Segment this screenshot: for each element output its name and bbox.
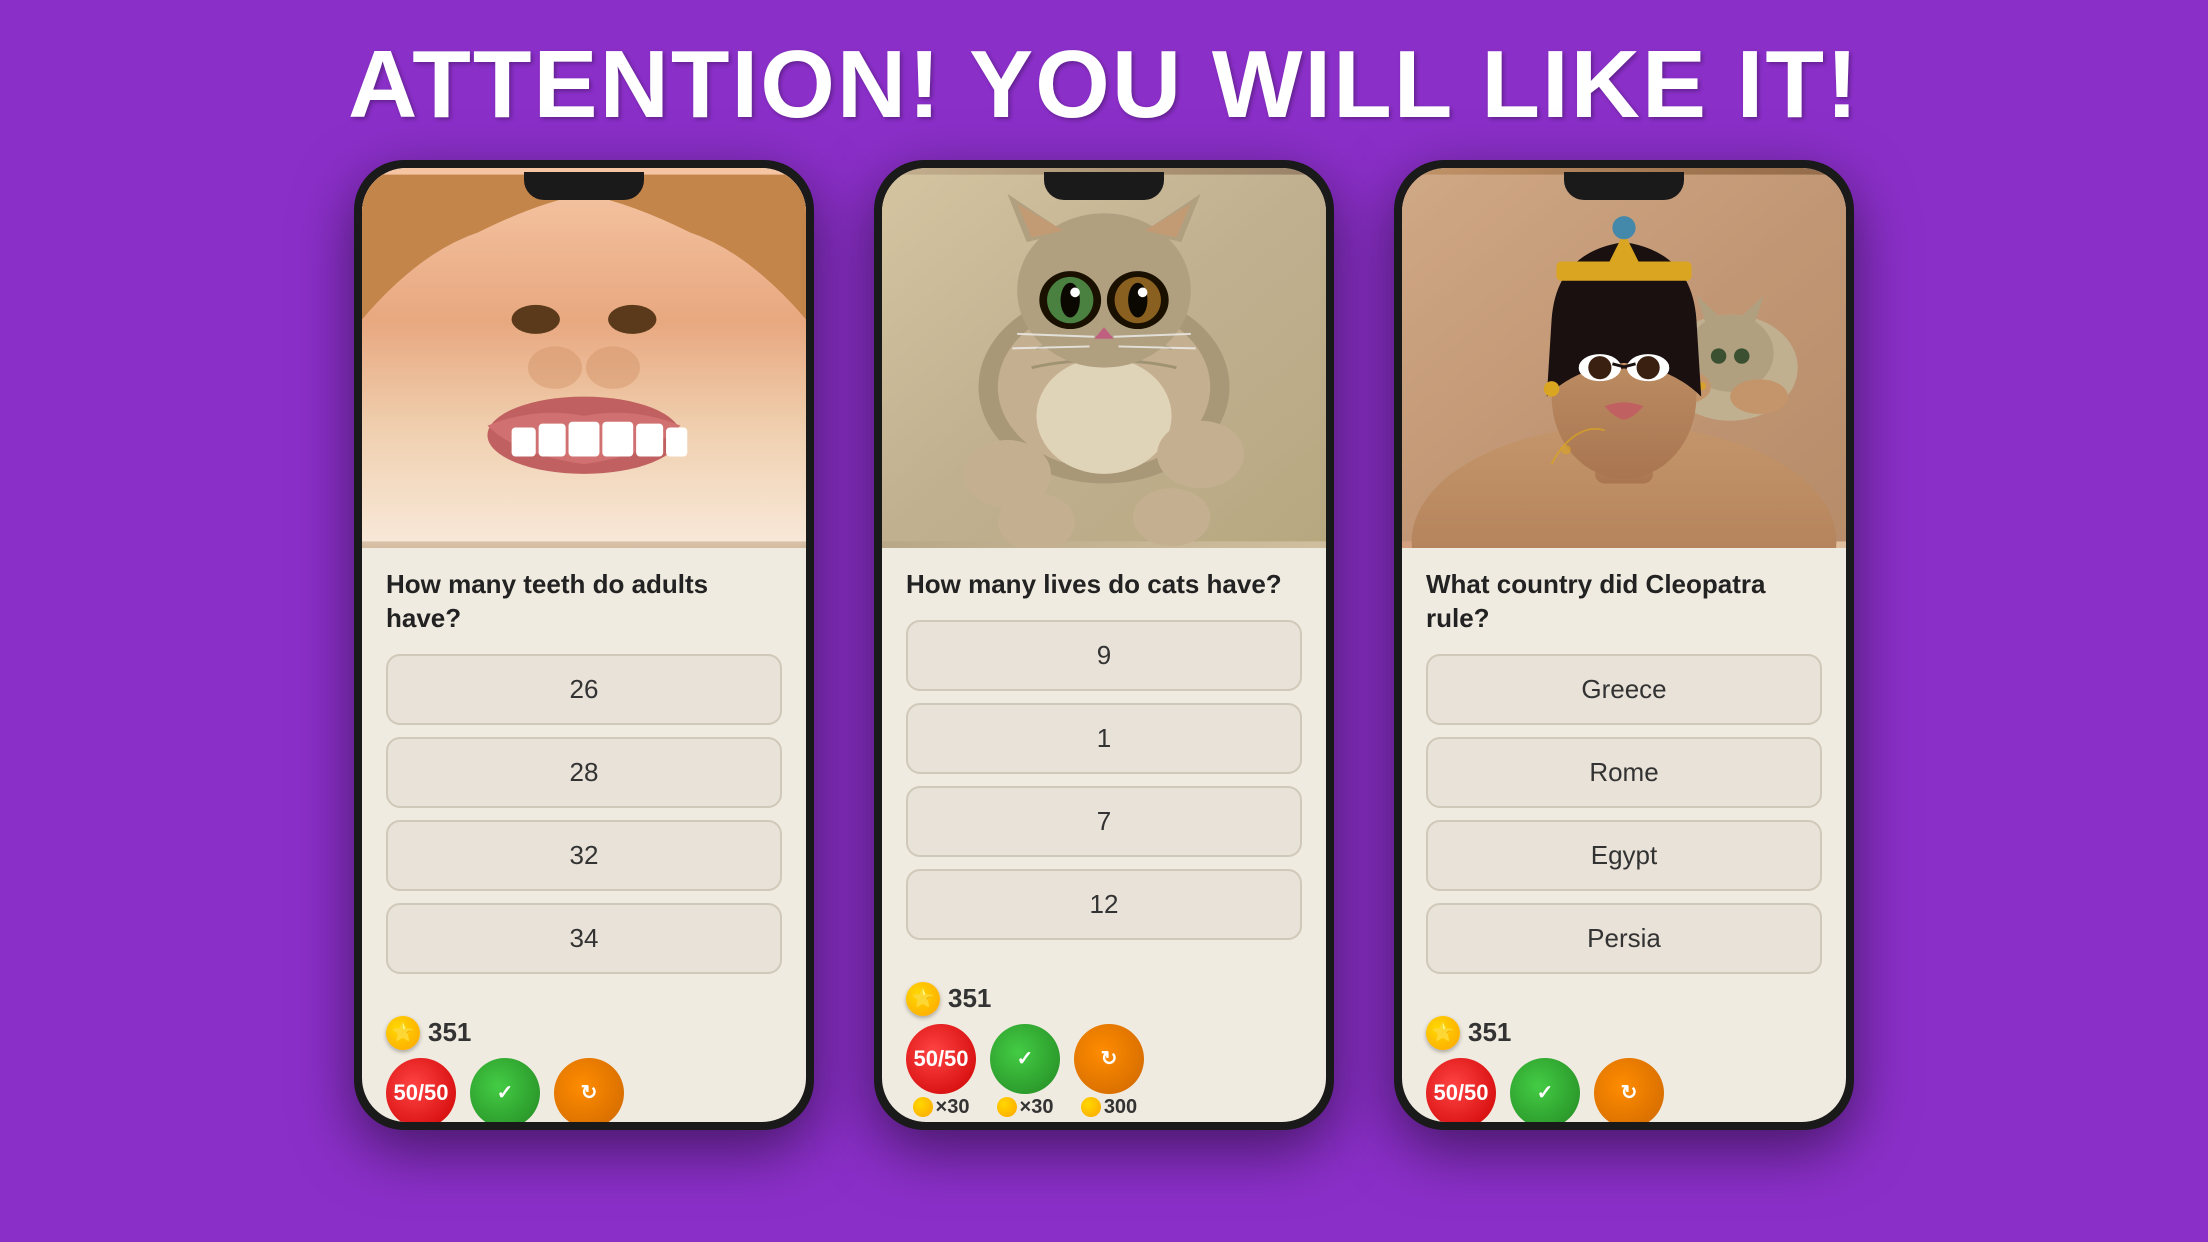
phone-2-powerups-row: 50/50 ×30 ✓ ×30 ↻ <box>906 1024 1302 1119</box>
phone-3-powerup-check-badge: ✓ <box>1510 1058 1580 1122</box>
phone-2-powerup-swap-coin <box>1081 1097 1101 1117</box>
phone-1-powerup-check-badge: ✓ <box>470 1058 540 1122</box>
phone-3-powerup-50-badge: 50/50 <box>1426 1058 1496 1122</box>
phone-1-notch <box>524 172 644 200</box>
phone-3-powerups-row: 50/50 ×30 ✓ ×30 ↻ <box>1426 1058 1822 1122</box>
phone-1-answer-3[interactable]: 32 <box>386 820 782 891</box>
phone-1-powerup-swap[interactable]: ↻ 300 <box>554 1058 624 1122</box>
phone-2-answer-3[interactable]: 7 <box>906 786 1302 857</box>
phone-3-content: What country did Cleopatra rule? Greece … <box>1402 548 1846 1006</box>
phone-3-powerup-swap[interactable]: ↻ 300 <box>1594 1058 1664 1122</box>
phone-2-content: How many lives do cats have? 9 1 7 12 <box>882 548 1326 972</box>
phones-container: How many teeth do adults have? 26 28 32 … <box>294 160 1914 1130</box>
phone-1-coins-count: 351 <box>428 1017 471 1048</box>
phone-3-image-svg <box>1402 168 1846 548</box>
phone-2-powerup-50[interactable]: 50/50 ×30 <box>906 1024 976 1119</box>
phone-1-powerup-swap-badge: ↻ <box>554 1058 624 1122</box>
phone-3-powerup-check[interactable]: ✓ ×30 <box>1510 1058 1580 1122</box>
phone-2-powerup-check-badge: ✓ <box>990 1024 1060 1094</box>
phone-2-powerup-check-coin <box>997 1097 1017 1117</box>
phone-3-powerup-50[interactable]: 50/50 ×30 <box>1426 1058 1496 1122</box>
phone-2-wrapper: How many lives do cats have? 9 1 7 12 ⭐ … <box>874 160 1334 1130</box>
phone-1-powerup-50-badge: 50/50 <box>386 1058 456 1122</box>
phone-2-image <box>882 168 1326 548</box>
phone-2-powerup-50-label: ×30 <box>913 1096 970 1119</box>
phone-1-answer-1[interactable]: 26 <box>386 654 782 725</box>
phone-3-answer-4[interactable]: Persia <box>1426 903 1822 974</box>
phone-2-image-svg <box>882 168 1326 548</box>
phone-2-answer-2[interactable]: 1 <box>906 703 1302 774</box>
phone-3-powerup-swap-badge: ↻ <box>1594 1058 1664 1122</box>
phone-2-notch <box>1044 172 1164 200</box>
phone-2: How many lives do cats have? 9 1 7 12 ⭐ … <box>874 160 1334 1130</box>
phone-1-image-svg <box>362 168 806 548</box>
phone-3-answer-2[interactable]: Rome <box>1426 737 1822 808</box>
phone-2-powerup-50-coin <box>913 1097 933 1117</box>
phone-2-coins-row: ⭐ 351 <box>906 982 1302 1016</box>
phone-3-footer: ⭐ 351 50/50 ×30 ✓ ×30 <box>1402 1006 1846 1122</box>
phone-2-footer: ⭐ 351 50/50 ×30 ✓ ×30 <box>882 972 1326 1122</box>
phone-3-question: What country did Cleopatra rule? <box>1426 568 1822 636</box>
phone-1-footer: ⭐ 351 50/50 ×30 ✓ ×30 <box>362 1006 806 1122</box>
phone-2-powerup-check-label: ×30 <box>997 1096 1054 1119</box>
phone-1-powerup-50[interactable]: 50/50 ×30 <box>386 1058 456 1122</box>
phone-1-wrapper: How many teeth do adults have? 26 28 32 … <box>354 160 814 1130</box>
phone-3-wrapper: What country did Cleopatra rule? Greece … <box>1394 160 1854 1130</box>
phone-3-coins-count: 351 <box>1468 1017 1511 1048</box>
phone-3: What country did Cleopatra rule? Greece … <box>1394 160 1854 1130</box>
phone-2-coin-icon: ⭐ <box>906 982 940 1016</box>
phone-2-answer-1[interactable]: 9 <box>906 620 1302 691</box>
phone-2-answer-4[interactable]: 12 <box>906 869 1302 940</box>
phone-3-inner: What country did Cleopatra rule? Greece … <box>1402 168 1846 1122</box>
phone-3-answer-3[interactable]: Egypt <box>1426 820 1822 891</box>
phone-3-coins-row: ⭐ 351 <box>1426 1016 1822 1050</box>
phone-1: How many teeth do adults have? 26 28 32 … <box>354 160 814 1130</box>
phone-3-notch <box>1564 172 1684 200</box>
phone-1-coins-row: ⭐ 351 <box>386 1016 782 1050</box>
phone-2-question: How many lives do cats have? <box>906 568 1302 602</box>
phone-1-question: How many teeth do adults have? <box>386 568 782 636</box>
phone-2-powerup-swap-label: 300 <box>1081 1096 1137 1119</box>
phone-1-answer-4[interactable]: 34 <box>386 903 782 974</box>
phone-2-inner: How many lives do cats have? 9 1 7 12 ⭐ … <box>882 168 1326 1122</box>
phone-2-powerup-swap-badge: ↻ <box>1074 1024 1144 1094</box>
phone-1-powerup-check[interactable]: ✓ ×30 <box>470 1058 540 1122</box>
phone-3-answer-1[interactable]: Greece <box>1426 654 1822 725</box>
phone-2-powerup-swap[interactable]: ↻ 300 <box>1074 1024 1144 1119</box>
phone-2-powerup-check[interactable]: ✓ ×30 <box>990 1024 1060 1119</box>
phone-1-coin-icon: ⭐ <box>386 1016 420 1050</box>
page-title: ATTENTION! YOU WILL LIKE IT! <box>348 30 1860 140</box>
phone-1-powerups-row: 50/50 ×30 ✓ ×30 ↻ <box>386 1058 782 1122</box>
phone-3-coin-icon: ⭐ <box>1426 1016 1460 1050</box>
phone-1-inner: How many teeth do adults have? 26 28 32 … <box>362 168 806 1122</box>
phone-1-image <box>362 168 806 548</box>
phone-2-powerup-50-badge: 50/50 <box>906 1024 976 1094</box>
phone-1-content: How many teeth do adults have? 26 28 32 … <box>362 548 806 1006</box>
phone-3-image <box>1402 168 1846 548</box>
phone-1-answer-2[interactable]: 28 <box>386 737 782 808</box>
phone-2-coins-count: 351 <box>948 983 991 1014</box>
